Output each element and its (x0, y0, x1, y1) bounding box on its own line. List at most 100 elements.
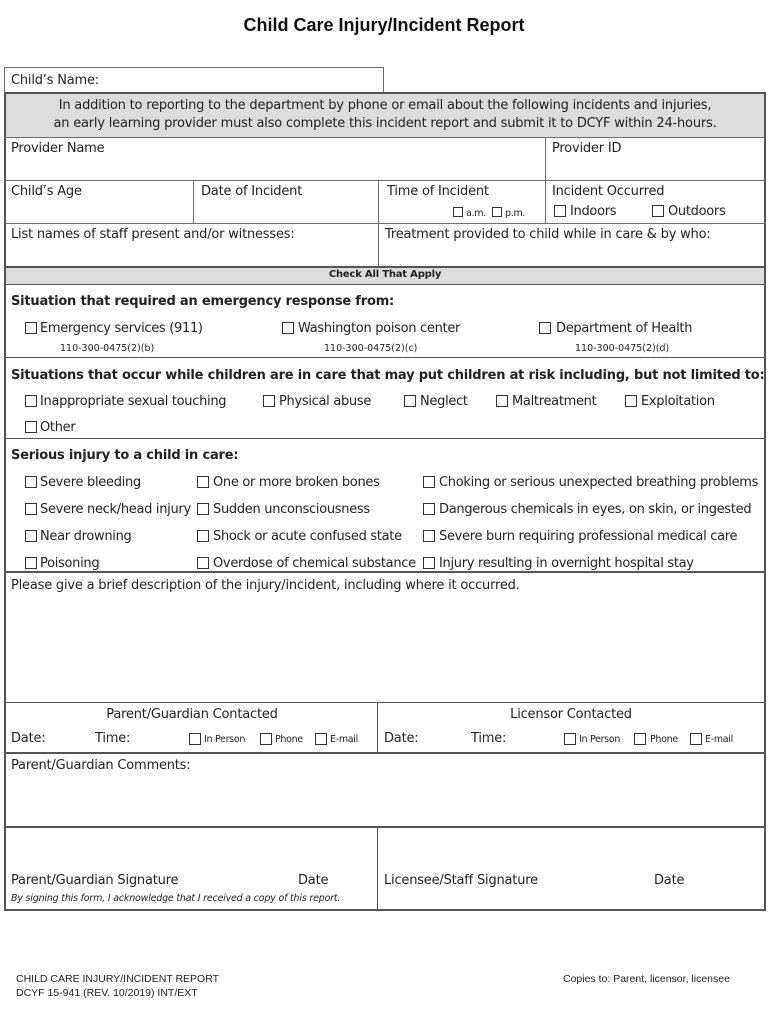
other-checkbox[interactable] (25, 421, 37, 433)
neck-head-injury-label: Severe neck/head injury (40, 502, 191, 517)
emergency-services-code: 110-300-0475(2)(b) (60, 343, 155, 354)
footer-form-code: DCYF 15-941 (REV. 10/2019) INT/EXT (16, 987, 198, 999)
poison-center-code: 110-300-0475(2)(c) (324, 343, 418, 354)
provider-name-label: Provider Name (11, 141, 105, 156)
parent-signature-date-label: Date (298, 873, 329, 888)
department-of-health-label: Department of Health (556, 321, 693, 336)
staff-signature-date-label: Date (654, 873, 685, 888)
unconsciousness-checkbox[interactable] (197, 503, 209, 515)
severe-burn-checkbox[interactable] (423, 530, 435, 542)
neglect-checkbox[interactable] (404, 395, 416, 407)
description-field[interactable]: Please give a brief description of the i… (4, 572, 766, 704)
shock-checkbox[interactable] (197, 530, 209, 542)
provider-id-field[interactable]: Provider ID (545, 137, 766, 181)
date-of-incident-field[interactable]: Date of Incident (193, 180, 379, 224)
risk-section: Situations that occur while children are… (4, 357, 766, 440)
date-of-incident-label: Date of Incident (201, 184, 303, 199)
poison-center-checkbox[interactable] (282, 322, 294, 334)
staff-witnesses-field[interactable]: List names of staff present and/or witne… (4, 223, 379, 267)
footer-form-name: CHILD CARE INJURY/INCIDENT REPORT (16, 973, 220, 985)
parent-phone-label: Phone (275, 734, 303, 745)
treatment-label: Treatment provided to child while in car… (385, 227, 711, 242)
parent-in-person-label: In Person (204, 734, 246, 745)
parent-email-checkbox[interactable] (315, 733, 327, 745)
risk-heading: Situations that occur while children are… (11, 368, 765, 383)
choking-checkbox[interactable] (423, 476, 435, 488)
licensor-phone-checkbox[interactable] (634, 733, 646, 745)
overnight-hospital-checkbox[interactable] (423, 557, 435, 569)
neglect-label: Neglect (420, 394, 468, 409)
injury-heading: Serious injury to a child in care: (11, 448, 239, 463)
broken-bones-checkbox[interactable] (197, 476, 209, 488)
licensor-contacted-date-label: Date: (384, 731, 419, 746)
child-age-field[interactable]: Child’s Age (4, 180, 194, 224)
pm-label: p.m. (505, 208, 526, 219)
notice-banner: In addition to reporting to the departme… (4, 92, 766, 138)
physical-abuse-label: Physical abuse (279, 394, 372, 409)
am-checkbox[interactable] (453, 207, 463, 217)
broken-bones-label: One or more broken bones (213, 475, 380, 490)
licensor-email-label: E-mail (705, 734, 733, 745)
parent-comments-field[interactable]: Parent/Guardian Comments: (4, 753, 766, 828)
poisoning-checkbox[interactable] (25, 557, 37, 569)
staff-signature-field[interactable]: Licensee/Staff Signature Date (377, 827, 766, 911)
maltreatment-checkbox[interactable] (496, 395, 508, 407)
inappropriate-touching-label: Inappropriate sexual touching (40, 394, 227, 409)
overdose-checkbox[interactable] (197, 557, 209, 569)
incident-occurred-label: Incident Occurred (552, 184, 665, 199)
exploitation-label: Exploitation (641, 394, 715, 409)
parent-signature-field[interactable]: Parent/Guardian Signature Date By signin… (4, 827, 378, 911)
parent-comments-label: Parent/Guardian Comments: (11, 758, 191, 773)
inappropriate-touching-checkbox[interactable] (25, 395, 37, 407)
am-label: a.m. (466, 208, 486, 219)
near-drowning-checkbox[interactable] (25, 530, 37, 542)
severe-bleeding-checkbox[interactable] (25, 476, 37, 488)
overnight-hospital-label: Injury resulting in overnight hospital s… (439, 556, 694, 571)
page-title: Child Care Injury/Incident Report (243, 15, 525, 35)
licensor-contacted-time-label: Time: (471, 731, 507, 746)
exploitation-checkbox[interactable] (625, 395, 637, 407)
parent-email-label: E-mail (330, 734, 358, 745)
overdose-label: Overdose of chemical substance (213, 556, 416, 571)
indoors-checkbox[interactable] (554, 205, 566, 217)
provider-id-label: Provider ID (552, 141, 622, 156)
parent-phone-checkbox[interactable] (260, 733, 272, 745)
unconsciousness-label: Sudden unconsciousness (213, 502, 370, 517)
footer-copies: Copies to: Parent, licensor, licensee (563, 973, 730, 985)
staff-signature-label: Licensee/Staff Signature (384, 873, 538, 888)
dangerous-chemicals-checkbox[interactable] (423, 503, 435, 515)
child-name-label: Child’s Name: (11, 73, 99, 88)
dangerous-chemicals-label: Dangerous chemicals in eyes, on skin, or… (439, 502, 752, 517)
emergency-services-checkbox[interactable] (25, 322, 37, 334)
notice-line-1: In addition to reporting to the departme… (58, 98, 712, 113)
outdoors-checkbox[interactable] (652, 205, 664, 217)
department-of-health-checkbox[interactable] (539, 322, 551, 334)
outdoors-label: Outdoors (668, 204, 726, 219)
neck-head-injury-checkbox[interactable] (25, 503, 37, 515)
severe-bleeding-label: Severe bleeding (40, 475, 141, 490)
licensor-in-person-checkbox[interactable] (564, 733, 576, 745)
child-age-label: Child’s Age (11, 184, 82, 199)
treatment-field[interactable]: Treatment provided to child while in car… (378, 223, 766, 267)
check-all-banner: Check All That Apply (4, 266, 766, 285)
parent-contacted-heading: Parent/Guardian Contacted (106, 707, 278, 722)
provider-name-field[interactable]: Provider Name (4, 137, 546, 181)
time-of-incident-field[interactable]: Time of Incident a.m. p.m. (378, 180, 546, 224)
notice-line-2: an early learning provider must also com… (53, 116, 717, 131)
parent-contacted-section: Parent/Guardian Contacted Date: Time: In… (4, 702, 378, 754)
licensor-email-checkbox[interactable] (690, 733, 702, 745)
near-drowning-label: Near drowning (40, 529, 132, 544)
child-name-field[interactable]: Child’s Name: (4, 67, 384, 93)
parent-contacted-time-label: Time: (95, 731, 131, 746)
time-of-incident-label: Time of Incident (387, 184, 489, 199)
pm-checkbox[interactable] (492, 207, 502, 217)
maltreatment-label: Maltreatment (512, 394, 597, 409)
shock-label: Shock or acute confused state (213, 529, 402, 544)
department-of-health-code: 110-300-0475(2)(d) (575, 343, 670, 354)
choking-label: Choking or serious unexpected breathing … (439, 475, 759, 490)
poison-center-label: Washington poison center (298, 321, 461, 336)
description-label: Please give a brief description of the i… (11, 578, 520, 593)
emergency-services-label: Emergency services (911) (40, 321, 203, 336)
parent-in-person-checkbox[interactable] (189, 733, 201, 745)
physical-abuse-checkbox[interactable] (263, 395, 275, 407)
